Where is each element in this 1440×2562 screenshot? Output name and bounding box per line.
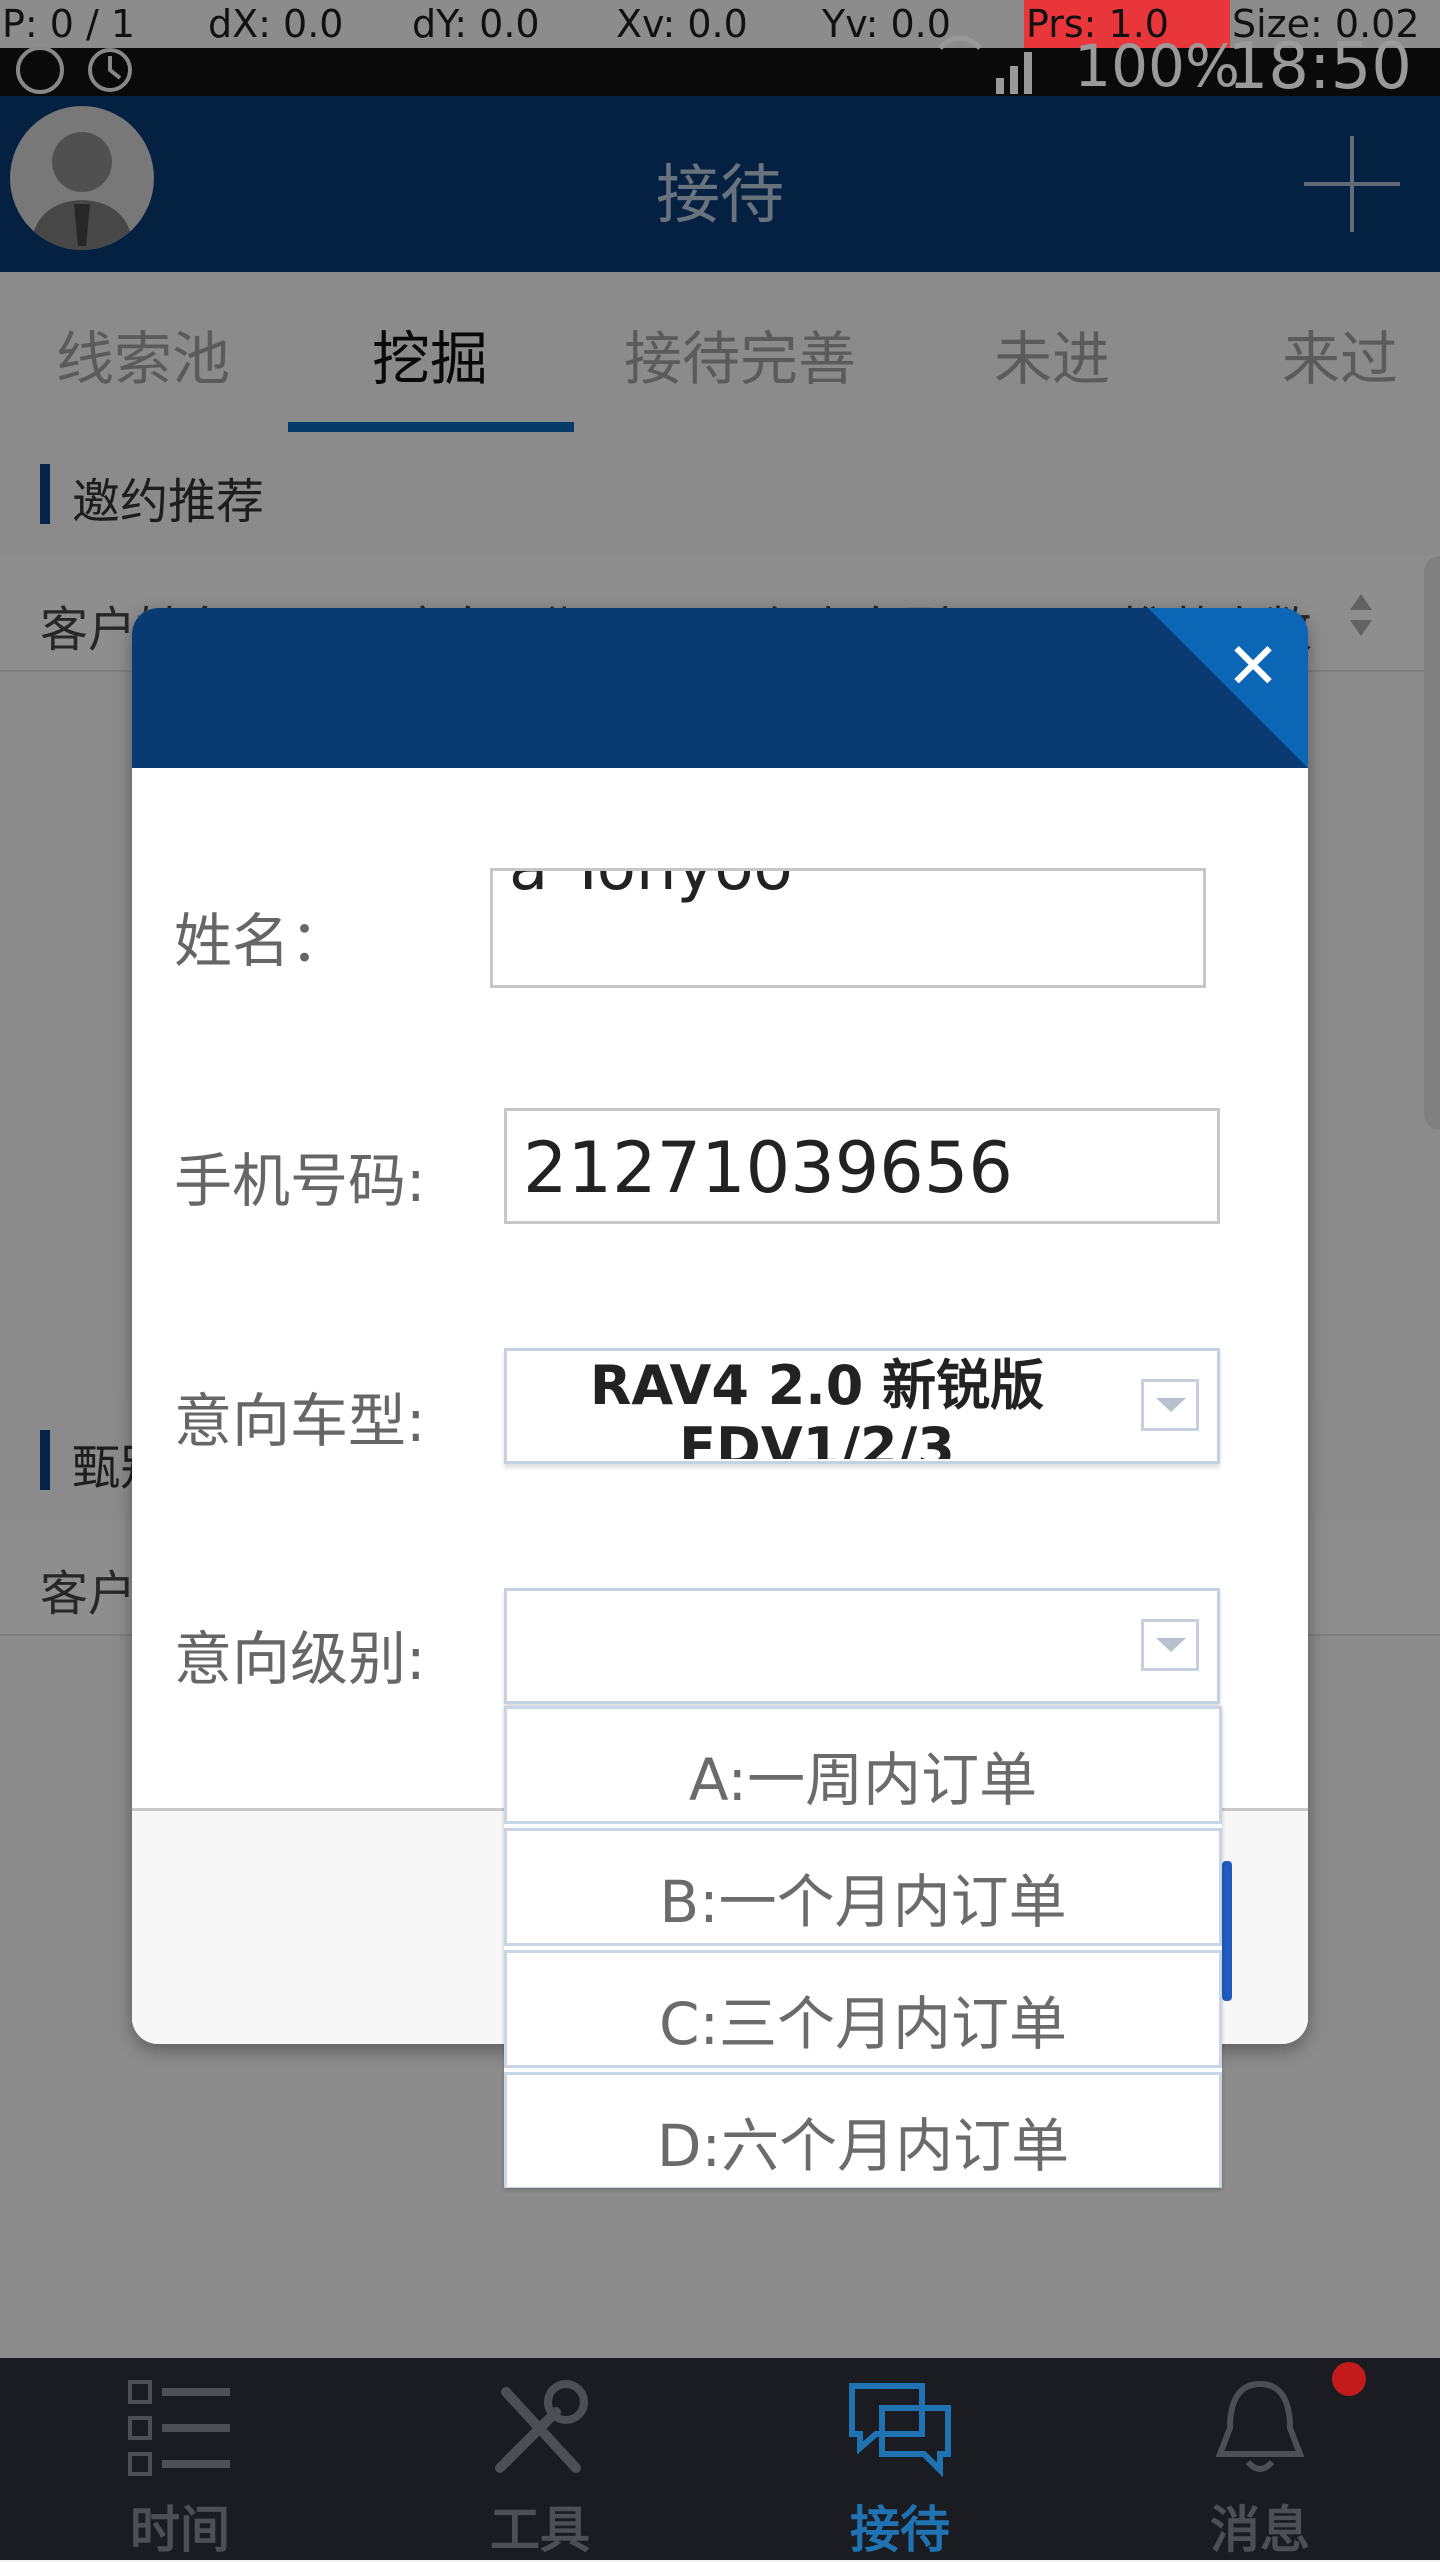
level-label: 意向级别: [174,1625,426,1693]
nav-reception[interactable]: 接待 [720,2358,1080,2560]
name-input[interactable]: a Tonyoo [490,868,1206,988]
battery-level: 100% [1074,32,1240,100]
nav-time-label: 时间 [130,2501,230,2559]
nav-tools[interactable]: 工具 [360,2358,720,2560]
level-select[interactable] [504,1588,1220,1704]
model-value: RAV4 2.0 新锐版 FDV1/2/3 [589,1355,1045,1459]
debug-dx: dX: 0.0 [208,2,344,46]
model-label: 意向车型: [174,1387,426,1455]
nav-messages[interactable]: 消息 [1080,2358,1440,2560]
checklist-icon [128,2380,230,2476]
name-value: a Tonyoo [509,868,793,905]
name-label: 姓名： [174,907,349,975]
chat-bubbles-icon [849,2383,951,2478]
level-option-a[interactable]: A:一周内订单 [504,1706,1222,1824]
signal-wifi-icon [938,35,1032,94]
status-notification-icons [16,46,132,94]
nav-time[interactable]: 时间 [0,2358,360,2560]
level-option-c[interactable]: C:三个月内订单 [504,1950,1222,2068]
level-option-b[interactable]: B:一个月内订单 [504,1828,1222,1946]
phone-value: 21271039656 [523,1127,1013,1209]
dialog-header: ✕ [132,608,1308,768]
chevron-down-icon[interactable] [1141,1619,1199,1671]
confirm-button[interactable] [1222,1861,1232,2001]
status-bar: 100% 18:50 [0,30,1440,104]
bell-icon [1215,2380,1305,2472]
debug-xv: Xv: 0.0 [616,2,748,46]
phone-input[interactable]: 21271039656 [504,1108,1220,1224]
level-value [507,1595,1127,1699]
chevron-down-icon[interactable] [1141,1379,1199,1431]
clock: 18:50 [1227,30,1412,104]
phone-label: 手机号码: [174,1147,426,1215]
level-dropdown-list: A:一周内订单 B:一个月内订单 C:三个月内订单 D:六个月内订单 [504,1706,1222,2188]
nav-tools-label: 工具 [490,2501,590,2559]
bottom-navigation: 时间 工具 接待 消息 [0,2358,1440,2560]
level-option-d[interactable]: D:六个月内订单 [504,2072,1222,2188]
debug-dy: dY: 0.0 [412,2,540,46]
nav-reception-label: 接待 [850,2501,950,2559]
nav-messages-label: 消息 [1210,2501,1310,2559]
close-icon[interactable]: ✕ [1208,622,1298,712]
model-select[interactable]: RAV4 2.0 新锐版 FDV1/2/3 [504,1348,1220,1464]
notification-badge [1332,2362,1366,2396]
tools-icon [495,2380,588,2473]
